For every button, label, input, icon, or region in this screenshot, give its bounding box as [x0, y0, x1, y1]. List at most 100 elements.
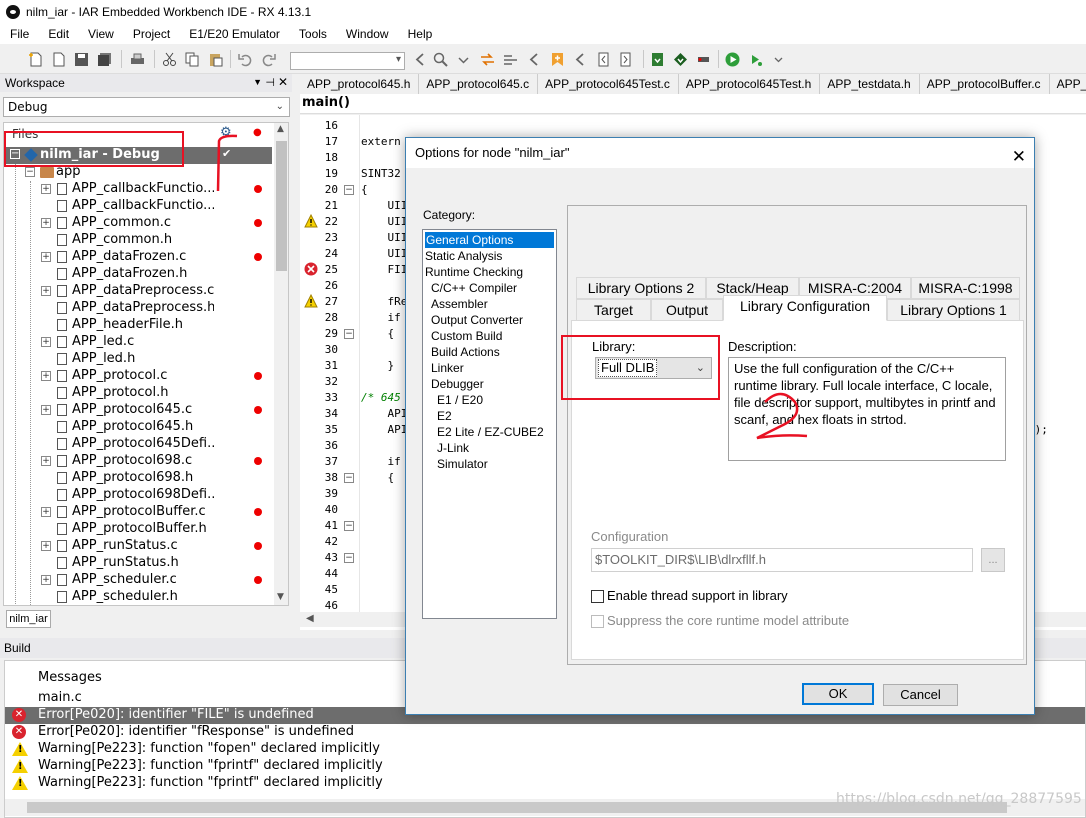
save-icon[interactable] — [74, 52, 89, 67]
tree-file-item[interactable]: APP_headerFile.h — [4, 317, 272, 334]
menu-view[interactable]: View — [78, 27, 123, 41]
editor-tab[interactable]: APP_protocol645.h — [300, 74, 420, 94]
prev-bookmark-icon[interactable] — [573, 52, 588, 67]
menu-window[interactable]: Window — [336, 27, 398, 41]
redo-icon[interactable] — [261, 52, 276, 67]
chevron-down-icon[interactable]: ▼ — [277, 592, 284, 602]
tree-file-item[interactable]: APP_led.h — [4, 351, 272, 368]
category-item[interactable]: C/C++ Compiler — [431, 280, 517, 296]
tab-library-options-2[interactable]: Library Options 2 — [576, 277, 706, 299]
chevron-down-icon[interactable] — [456, 52, 471, 67]
editor-tab[interactable]: APP_protocol645.c — [419, 74, 539, 94]
tree-file-item[interactable]: + APP_runStatus.c — [4, 538, 272, 555]
compile-icon[interactable] — [650, 52, 665, 67]
fold-icon[interactable]: − — [344, 185, 354, 195]
category-item[interactable]: J-Link — [437, 440, 469, 456]
tree-file-item[interactable]: + APP_protocol.c — [4, 368, 272, 385]
chevron-left-icon[interactable]: ◀ — [306, 613, 314, 624]
tree-file-item[interactable]: + APP_protocolBuffer.c — [4, 504, 272, 521]
tree-file-item[interactable]: APP_runStatus.h — [4, 555, 272, 572]
expand-icon[interactable]: + — [41, 286, 51, 296]
make-icon[interactable] — [673, 52, 688, 67]
category-item[interactable]: Debugger — [431, 376, 484, 392]
editor-tab[interactable]: APP_protocol645Test.h — [679, 74, 821, 94]
fold-icon[interactable]: − — [344, 473, 354, 483]
nav-back-icon[interactable] — [527, 52, 542, 67]
message-row[interactable]: ✕ Error[Pe020]: identifier "fResponse" is… — [5, 724, 1085, 741]
expand-icon[interactable]: + — [41, 337, 51, 347]
chevron-up-icon[interactable]: ▲ — [277, 124, 284, 134]
expand-icon[interactable]: + — [41, 218, 51, 228]
expand-icon[interactable]: + — [41, 405, 51, 415]
replace-icon[interactable] — [480, 52, 495, 67]
ok-button[interactable]: OK — [802, 683, 874, 705]
category-item[interactable]: Output Converter — [431, 312, 523, 328]
expand-icon[interactable]: + — [41, 575, 51, 585]
print-icon[interactable] — [130, 52, 145, 67]
pin-icon[interactable]: ⊣ — [265, 76, 275, 89]
menu-help[interactable]: Help — [398, 27, 442, 41]
tree-file-item[interactable]: APP_dataFrozen.h — [4, 266, 272, 283]
workspace-tab[interactable]: nilm_iar — [6, 610, 51, 628]
expand-icon[interactable]: + — [41, 252, 51, 262]
debug-without-download-icon[interactable] — [748, 52, 763, 67]
tree-file-item[interactable]: + APP_dataPreprocess.c — [4, 283, 272, 300]
tab-misra-1998[interactable]: MISRA-C:1998 — [911, 277, 1020, 299]
next-doc-icon[interactable] — [618, 52, 633, 67]
cut-icon[interactable] — [162, 52, 177, 67]
category-item[interactable]: General Options — [425, 232, 554, 248]
tree-scrollbar[interactable]: ▲ ▼ — [274, 123, 288, 605]
scrollbar-thumb[interactable] — [276, 141, 287, 271]
editor-tab[interactable]: APP_protocolBuffer.c — [920, 74, 1050, 94]
library-select[interactable]: Full DLIB ⌄ — [595, 357, 712, 379]
new-file-icon[interactable] — [28, 52, 43, 67]
tree-file-item[interactable]: + APP_common.c — [4, 215, 272, 232]
find-combo[interactable] — [290, 52, 405, 70]
tree-file-item[interactable]: APP_protocol698Defi... — [4, 487, 272, 504]
tree-file-item[interactable]: + APP_protocol645.c — [4, 402, 272, 419]
editor-tab[interactable]: APP_protocolBuffer.h — [1050, 74, 1086, 94]
category-item[interactable]: Static Analysis — [425, 248, 502, 264]
tree-file-item[interactable]: APP_protocol645.h — [4, 419, 272, 436]
expand-icon[interactable]: + — [41, 184, 51, 194]
menu-file[interactable]: File — [0, 27, 38, 41]
stop-build-icon[interactable] — [696, 52, 711, 67]
back-icon[interactable] — [413, 52, 428, 67]
save-all-icon[interactable] — [97, 52, 112, 67]
tree-file-item[interactable]: APP_common.h — [4, 232, 272, 249]
category-item[interactable]: Linker — [431, 360, 464, 376]
collapse-icon[interactable]: − — [10, 149, 20, 159]
menu-edit[interactable]: Edit — [38, 27, 78, 41]
tree-file-item[interactable]: + APP_protocol698.c — [4, 453, 272, 470]
menu-tools[interactable]: Tools — [289, 27, 336, 41]
tree-file-item[interactable]: + APP_led.c — [4, 334, 272, 351]
message-row[interactable]: Warning[Pe223]: function "fopen" declare… — [5, 741, 1085, 758]
message-row[interactable]: Warning[Pe223]: function "fprintf" decla… — [5, 758, 1085, 775]
tab-target[interactable]: Target — [576, 299, 651, 321]
tab-library-configuration[interactable]: Library Configuration — [723, 295, 887, 321]
message-row[interactable]: Warning[Pe223]: function "fprintf" decla… — [5, 775, 1085, 792]
tab-output[interactable]: Output — [651, 299, 723, 321]
search-icon[interactable] — [433, 52, 448, 67]
close-icon[interactable]: ✕ — [278, 75, 288, 89]
fold-icon[interactable]: − — [344, 553, 354, 563]
tree-file-item[interactable]: APP_callbackFunctio... — [4, 198, 272, 215]
editor-tab[interactable]: APP_testdata.h — [820, 74, 920, 94]
tree-file-item[interactable]: APP_protocol.h — [4, 385, 272, 402]
category-item[interactable]: Simulator — [437, 456, 488, 472]
tree-file-item[interactable]: APP_scheduler.h — [4, 589, 272, 605]
tree-file-item[interactable]: + APP_scheduler.c — [4, 572, 272, 589]
collapse-icon[interactable]: − — [25, 167, 35, 177]
tree-file-item[interactable]: + APP_dataFrozen.c — [4, 249, 272, 266]
editor-tab[interactable]: APP_protocol645Test.c — [538, 74, 679, 94]
category-item[interactable]: E1 / E20 — [437, 392, 483, 408]
expand-icon[interactable]: + — [41, 371, 51, 381]
close-icon[interactable]: ✕ — [1012, 142, 1026, 172]
function-navigator[interactable]: main() — [300, 94, 1086, 114]
configuration-select[interactable]: Debug ⌄ — [3, 97, 290, 117]
paste-icon[interactable] — [208, 52, 223, 67]
category-item[interactable]: Assembler — [431, 296, 488, 312]
menu-emulator[interactable]: E1/E20 Emulator — [179, 27, 289, 41]
tab-library-options-1[interactable]: Library Options 1 — [887, 299, 1020, 321]
undo-icon[interactable] — [238, 52, 253, 67]
